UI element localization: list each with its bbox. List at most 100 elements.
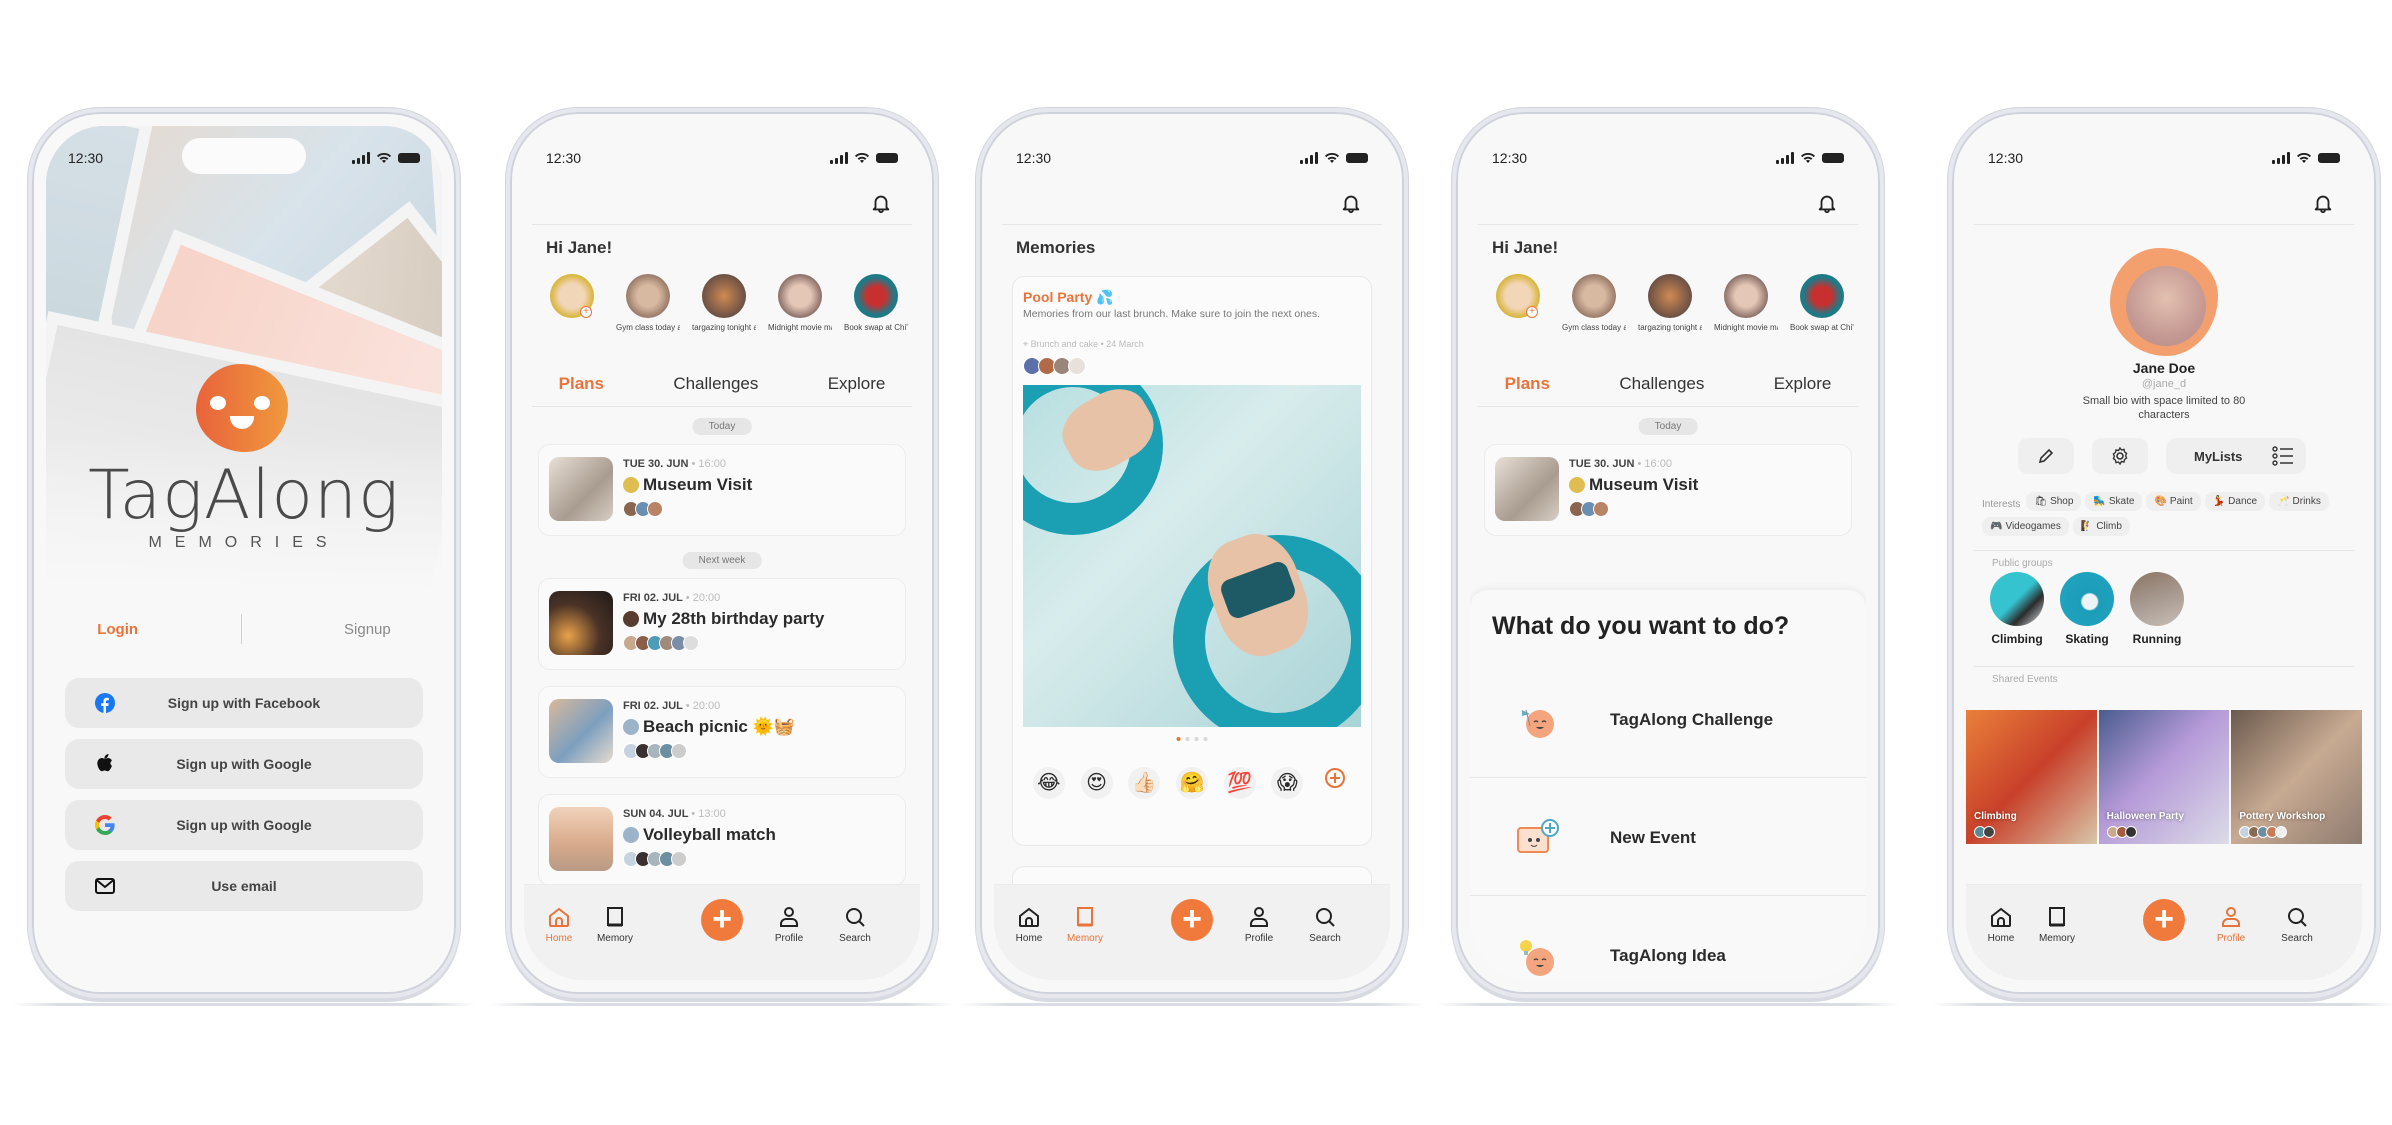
- nav-search[interactable]: Search: [1300, 905, 1350, 944]
- reaction-scream[interactable]: 😱: [1271, 767, 1304, 799]
- nav-memory[interactable]: Memory: [1060, 905, 1110, 944]
- reaction-hug[interactable]: 🤗: [1175, 767, 1208, 799]
- add-button[interactable]: +: [1171, 899, 1213, 941]
- story-caption: Gym class today at 8PM: [616, 323, 680, 332]
- bottom-nav: Home Memory + Profile Search: [1966, 884, 2362, 980]
- nav-memory[interactable]: Memory: [2032, 905, 2082, 944]
- add-button[interactable]: +: [701, 899, 743, 941]
- facebook-signup-button[interactable]: Sign up with Facebook: [65, 678, 423, 728]
- tab-challenges[interactable]: Challenges: [673, 374, 758, 394]
- shared-event-tile[interactable]: Halloween Party: [2098, 710, 2230, 844]
- event-card[interactable]: TUE 30. JUN • 16:00 Museum Visit: [1484, 444, 1852, 536]
- apple-signup-button[interactable]: Sign up with Google: [65, 739, 423, 789]
- story-item[interactable]: Gym class today at 8PM: [1562, 274, 1626, 333]
- story-item[interactable]: Book swap at Chi's coffee today at 1...: [844, 274, 908, 333]
- google-signup-button[interactable]: Sign up with Google: [65, 800, 423, 850]
- tab-challenges[interactable]: Challenges: [1619, 374, 1704, 394]
- edit-profile-button[interactable]: [2018, 438, 2074, 474]
- interest-chip[interactable]: 🧗 Climb: [2072, 517, 2130, 536]
- notification-bell-icon[interactable]: [1340, 192, 1362, 214]
- tab-explore[interactable]: Explore: [1774, 374, 1832, 394]
- shared-event-tile[interactable]: Climbing: [1966, 710, 2097, 844]
- wifi-icon: [2297, 152, 2311, 163]
- notification-bell-icon[interactable]: [2312, 192, 2334, 214]
- option-tagalong-challenge[interactable]: TagAlong Challenge: [1470, 660, 1866, 778]
- story-own[interactable]: +: [1490, 274, 1546, 333]
- profile-avatar[interactable]: [2126, 266, 2206, 346]
- email-signup-button[interactable]: Use email: [65, 861, 423, 911]
- interest-chip[interactable]: 🎨 Paint: [2146, 492, 2201, 511]
- wifi-icon: [377, 152, 391, 163]
- group-skating[interactable]: Skating: [2060, 572, 2114, 646]
- nav-search[interactable]: Search: [2272, 905, 2322, 944]
- story-item[interactable]: targazing tonight at 10:30 PM 🌟: [1638, 274, 1702, 333]
- add-reaction-icon[interactable]: [1319, 767, 1351, 799]
- shared-event-tile[interactable]: Pottery Workshop: [2231, 710, 2362, 844]
- interest-chip[interactable]: 🎮 Videogames: [1982, 517, 2069, 536]
- tab-login[interactable]: Login: [97, 621, 138, 638]
- group-climbing[interactable]: Climbing: [1990, 572, 2044, 646]
- option-new-event[interactable]: New Event: [1470, 778, 1866, 896]
- option-tagalong-idea[interactable]: TagAlong Idea: [1470, 896, 1866, 980]
- tab-plans[interactable]: Plans: [1505, 374, 1550, 394]
- main-tabs: Plans Challenges Explore: [524, 374, 920, 394]
- nav-search[interactable]: Search: [830, 905, 880, 944]
- reaction-laugh[interactable]: 😂: [1032, 767, 1065, 799]
- story-avatar: [1648, 274, 1692, 318]
- host-avatar: [623, 477, 639, 493]
- interest-chip[interactable]: 💃 Dance: [2204, 492, 2266, 511]
- tab-plans[interactable]: Plans: [559, 374, 604, 394]
- tab-signup[interactable]: Signup: [344, 621, 391, 638]
- search-icon: [846, 908, 865, 927]
- attendee-avatars: [623, 851, 687, 867]
- story-own[interactable]: +: [544, 274, 600, 333]
- reactions-row: 😂 😍 👍🏻 🤗 💯 😱: [1025, 767, 1359, 799]
- story-item[interactable]: Gym class today at 8PM: [616, 274, 680, 333]
- story-item[interactable]: Midnight movie marathon at m...: [1714, 274, 1778, 333]
- group-running[interactable]: Running: [2130, 572, 2184, 646]
- event-date: TUE 30. JUN: [1569, 458, 1635, 470]
- interest-chip[interactable]: 🛼 Skate: [2085, 492, 2143, 511]
- memory-description: Memories from our last brunch. Make sure…: [1023, 308, 1321, 320]
- settings-button[interactable]: [2092, 438, 2148, 474]
- notification-bell-icon[interactable]: [870, 192, 892, 214]
- nav-memory[interactable]: Memory: [590, 905, 640, 944]
- event-title: My 28th birthday party: [643, 609, 825, 628]
- story-item[interactable]: Midnight movie marathon at m...: [768, 274, 832, 333]
- event-card[interactable]: TUE 30. JUN • 16:00 Museum Visit: [538, 444, 906, 536]
- button-label: Sign up with Google: [176, 817, 312, 833]
- reaction-100[interactable]: 💯: [1223, 767, 1256, 799]
- reaction-thumbs-up[interactable]: 👍🏻: [1128, 767, 1161, 799]
- story-item[interactable]: Book swap at Chi's coffee today at 1...: [1790, 274, 1854, 333]
- nav-home[interactable]: Home: [534, 905, 584, 944]
- status-bar: 12:30: [1492, 148, 1844, 168]
- event-date: FRI 02. JUL: [623, 592, 683, 604]
- event-card[interactable]: SUN 04. JUL • 13:00 Volleyball match: [538, 794, 906, 886]
- add-button[interactable]: +: [2143, 899, 2185, 941]
- memory-card[interactable]: Pool Party 💦 Memories from our last brun…: [1012, 276, 1372, 846]
- tab-explore[interactable]: Explore: [828, 374, 886, 394]
- interest-chip[interactable]: 🥂 Drinks: [2269, 492, 2329, 511]
- page-title: Memories: [1016, 238, 1096, 257]
- nav-profile[interactable]: Profile: [2206, 905, 2256, 944]
- status-time: 12:30: [546, 150, 582, 166]
- status-bar: 12:30: [546, 148, 898, 168]
- reaction-heart-eyes[interactable]: 😍: [1080, 767, 1113, 799]
- button-label: Sign up with Facebook: [167, 695, 321, 711]
- event-card[interactable]: FRI 02. JUL • 20:00 Beach picnic 🌞🧺: [538, 686, 906, 778]
- nav-home[interactable]: Home: [1004, 905, 1054, 944]
- nav-home[interactable]: Home: [1976, 905, 2026, 944]
- story-item[interactable]: targazing tonight at 10:30 PM 🌟: [692, 274, 756, 333]
- interest-chip[interactable]: 🛍 Shop: [2026, 492, 2082, 511]
- divider: [1478, 224, 1858, 225]
- memory-photo[interactable]: [1023, 385, 1361, 727]
- nav-profile[interactable]: Profile: [1234, 905, 1284, 944]
- event-card[interactable]: FRI 02. JUL • 20:00 My 28th birthday par…: [538, 578, 906, 670]
- mylists-button[interactable]: MyLists: [2166, 438, 2306, 474]
- notification-bell-icon[interactable]: [1816, 192, 1838, 214]
- divider: [1478, 406, 1858, 407]
- add-story-icon[interactable]: +: [580, 306, 592, 318]
- nav-profile[interactable]: Profile: [764, 905, 814, 944]
- add-story-icon[interactable]: +: [1526, 306, 1538, 318]
- shared-events-grid: Climbing Halloween Party Pottery Worksho…: [1966, 710, 2362, 844]
